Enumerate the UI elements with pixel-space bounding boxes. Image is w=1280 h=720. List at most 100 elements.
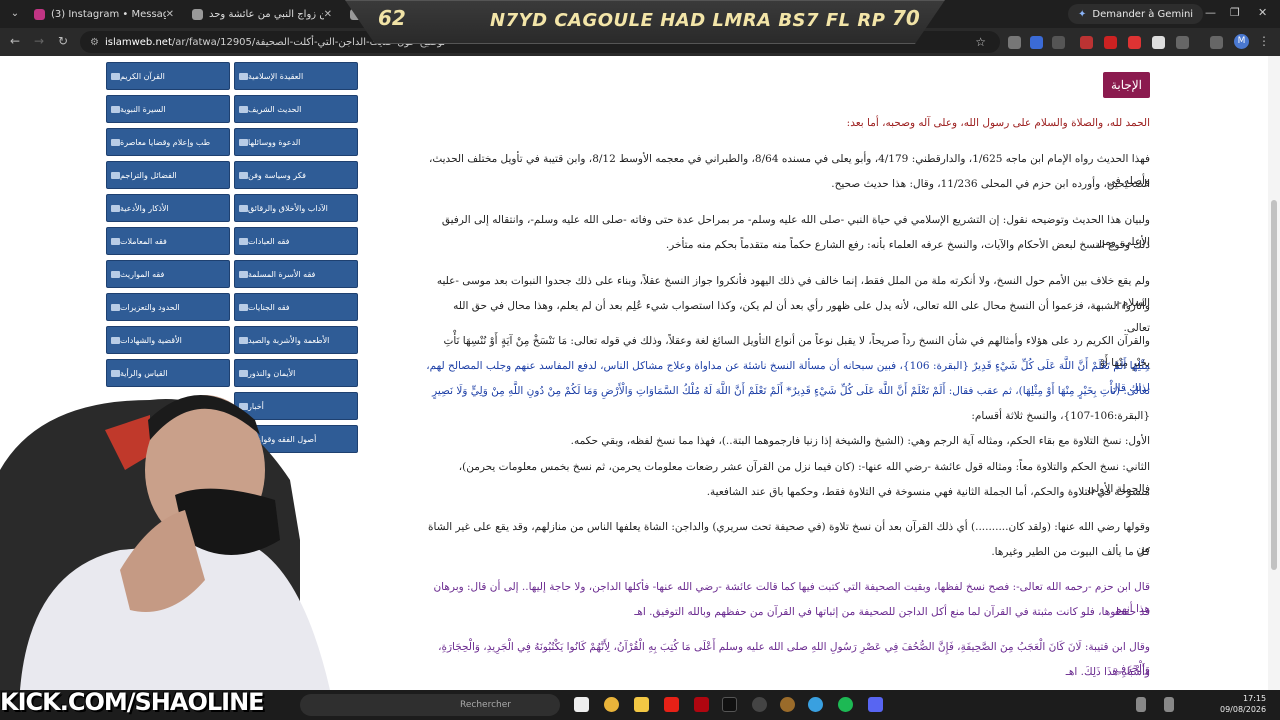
category-label: الأذكار والأدعية bbox=[120, 203, 169, 213]
forward-icon[interactable]: → bbox=[34, 34, 44, 48]
category-button[interactable]: الأطعمة والأشربة والصيد bbox=[234, 326, 358, 354]
site-info-icon[interactable]: ⚙ bbox=[90, 37, 99, 48]
category-button[interactable]: الأذكار والأدعية bbox=[106, 194, 230, 222]
category-label: السيرة النبوية bbox=[120, 104, 166, 114]
category-label: فقه الجنايات bbox=[248, 302, 290, 312]
gemini-label: Demander à Gemini bbox=[1092, 8, 1194, 20]
ask-gemini-button[interactable]: ✦ Demander à Gemini bbox=[1068, 4, 1204, 24]
right-score: 70 bbox=[892, 6, 920, 30]
tab-search-icon[interactable]: ⌄ bbox=[6, 5, 24, 23]
category-label: الأقضية والشهادات bbox=[120, 335, 182, 345]
category-button[interactable]: السيرة النبوية bbox=[106, 95, 230, 123]
capcut-icon[interactable] bbox=[722, 697, 737, 712]
category-label: الفضائل والتراجم bbox=[120, 170, 177, 180]
paragraph-line: كل ما يألف البيوت من الطير وغيرها. bbox=[991, 546, 1150, 558]
taskbar-search-field[interactable]: Rechercher bbox=[300, 694, 560, 716]
category-label: فقه المعاملات bbox=[120, 236, 167, 246]
folder-icon bbox=[111, 204, 120, 212]
category-label: الآداب والأخلاق والرقائق bbox=[248, 203, 328, 213]
folder-icon bbox=[111, 138, 120, 146]
category-button[interactable]: الحديث الشريف bbox=[234, 95, 358, 123]
extensions-puzzle-icon[interactable] bbox=[1176, 36, 1189, 49]
chrome-icon[interactable] bbox=[604, 697, 619, 712]
paragraph-line: {البقرة:106-107}، والنسخ ثلاثة أقسام: bbox=[971, 410, 1150, 422]
category-button[interactable]: فقه المعاملات bbox=[106, 227, 230, 255]
folder-icon bbox=[111, 270, 120, 278]
quote-line: وَأَشْبَاهِ هَذَا ذَلِكَ. اهـ bbox=[1065, 666, 1150, 678]
extension-icon[interactable] bbox=[1008, 36, 1021, 49]
tab-instagram[interactable]: (3) Instagram • Messages ✕ bbox=[26, 3, 182, 25]
category-label: طب وإعلام وقضايا معاصرة bbox=[120, 137, 211, 147]
extension-icon[interactable] bbox=[1052, 36, 1065, 49]
category-button[interactable]: الأقضية والشهادات bbox=[106, 326, 230, 354]
category-button[interactable]: العقيدة الإسلامية bbox=[234, 62, 358, 90]
category-button[interactable]: فكر وسياسة وفن bbox=[234, 161, 358, 189]
scrollbar-thumb[interactable] bbox=[1271, 200, 1277, 570]
category-button[interactable]: الفضائل والتراجم bbox=[106, 161, 230, 189]
task-view-icon[interactable] bbox=[574, 697, 589, 712]
folder-icon bbox=[111, 72, 120, 80]
folder-icon bbox=[111, 171, 120, 179]
url-domain: islamweb.net bbox=[104, 36, 172, 48]
maximize-icon[interactable]: ❐ bbox=[1230, 6, 1240, 19]
quran-verse-line: تعالى: (نَأْتِ بِخَيْرٍ مِنْهَا أَوْ مِث… bbox=[432, 385, 1150, 397]
netflix-icon[interactable] bbox=[694, 697, 709, 712]
reload-icon[interactable]: ↻ bbox=[58, 34, 68, 48]
discord-icon[interactable] bbox=[868, 697, 883, 712]
obs-icon[interactable] bbox=[752, 697, 767, 712]
close-window-icon[interactable]: ✕ bbox=[1258, 6, 1267, 19]
extension-icon[interactable] bbox=[1128, 36, 1141, 49]
tab-islamweb-article[interactable]: دفاع عن زواج النبي من عائشة وحد... ✕ bbox=[184, 3, 340, 25]
paragraph-line: منسوخة في التلاوة والحكم، أما الجملة الث… bbox=[706, 486, 1150, 498]
youtube-icon[interactable] bbox=[664, 697, 679, 712]
category-label: فكر وسياسة وفن bbox=[248, 170, 306, 180]
back-icon[interactable]: ← bbox=[10, 34, 20, 48]
category-label: القرآن الكريم bbox=[120, 71, 165, 81]
category-label: فقه العبادات bbox=[248, 236, 290, 246]
category-button[interactable]: الدعوة ووسائلها bbox=[234, 128, 358, 156]
category-label: الأطعمة والأشربة والصيد bbox=[248, 335, 330, 345]
folder-icon bbox=[111, 237, 120, 245]
tab-label: (3) Instagram • Messages bbox=[51, 8, 166, 20]
category-button[interactable]: فقه الأسرة المسلمة bbox=[234, 260, 358, 288]
category-label: فقه الأسرة المسلمة bbox=[248, 269, 316, 279]
category-button[interactable]: فقه الجنايات bbox=[234, 293, 358, 321]
category-label: العقيدة الإسلامية bbox=[248, 71, 304, 81]
category-button[interactable]: فقه المواريث bbox=[106, 260, 230, 288]
taskbar-clock[interactable]: 17:15 09/08/2026 bbox=[1220, 693, 1266, 715]
folder-icon bbox=[111, 105, 120, 113]
edge-icon[interactable] bbox=[808, 697, 823, 712]
minimize-icon[interactable]: — bbox=[1205, 6, 1216, 19]
category-button[interactable]: القرآن الكريم bbox=[106, 62, 230, 90]
close-icon[interactable]: ✕ bbox=[166, 9, 174, 20]
site-icon bbox=[192, 8, 203, 20]
app-icon[interactable] bbox=[780, 697, 795, 712]
paragraph-line: الأول: نسخ التلاوة مع بقاء الحكم، ومثاله… bbox=[570, 435, 1150, 447]
extension-icon[interactable] bbox=[1104, 36, 1117, 49]
close-icon[interactable]: ✕ bbox=[324, 9, 332, 20]
reading-list-icon[interactable] bbox=[1210, 36, 1223, 49]
extension-icon[interactable] bbox=[1152, 36, 1165, 49]
category-label: الدعوة ووسائلها bbox=[248, 137, 301, 147]
volume-icon[interactable] bbox=[1136, 697, 1146, 712]
file-explorer-icon[interactable] bbox=[634, 697, 649, 712]
folder-icon bbox=[239, 138, 248, 146]
extension-icon[interactable] bbox=[1080, 36, 1093, 49]
tab-label: دفاع عن زواج النبي من عائشة وحد... bbox=[209, 8, 324, 20]
bookmark-star-icon[interactable]: ☆ bbox=[975, 35, 986, 49]
category-button[interactable]: فقه العبادات bbox=[234, 227, 358, 255]
clock-date: 09/08/2026 bbox=[1220, 705, 1267, 714]
category-button[interactable]: الآداب والأخلاق والرقائق bbox=[234, 194, 358, 222]
category-button[interactable]: طب وإعلام وقضايا معاصرة bbox=[106, 128, 230, 156]
instagram-icon bbox=[34, 8, 45, 20]
paragraph-line: الصحيحين، وأورده ابن حزم في المحلى 11/23… bbox=[831, 178, 1150, 190]
spotify-icon[interactable] bbox=[838, 697, 853, 712]
menu-kebab-icon[interactable]: ⋮ bbox=[1258, 34, 1270, 48]
profile-avatar[interactable]: M bbox=[1234, 34, 1249, 49]
kick-url: KICK.COM/SHAOLINE bbox=[0, 688, 265, 716]
extension-icon[interactable] bbox=[1030, 36, 1043, 49]
category-button[interactable]: الحدود والتعزيرات bbox=[106, 293, 230, 321]
folder-icon bbox=[239, 204, 248, 212]
network-icon[interactable] bbox=[1164, 697, 1174, 712]
paragraph-line: ذلك وقوع النسخ لبعض الأحكام والآيات، وال… bbox=[665, 239, 1150, 251]
